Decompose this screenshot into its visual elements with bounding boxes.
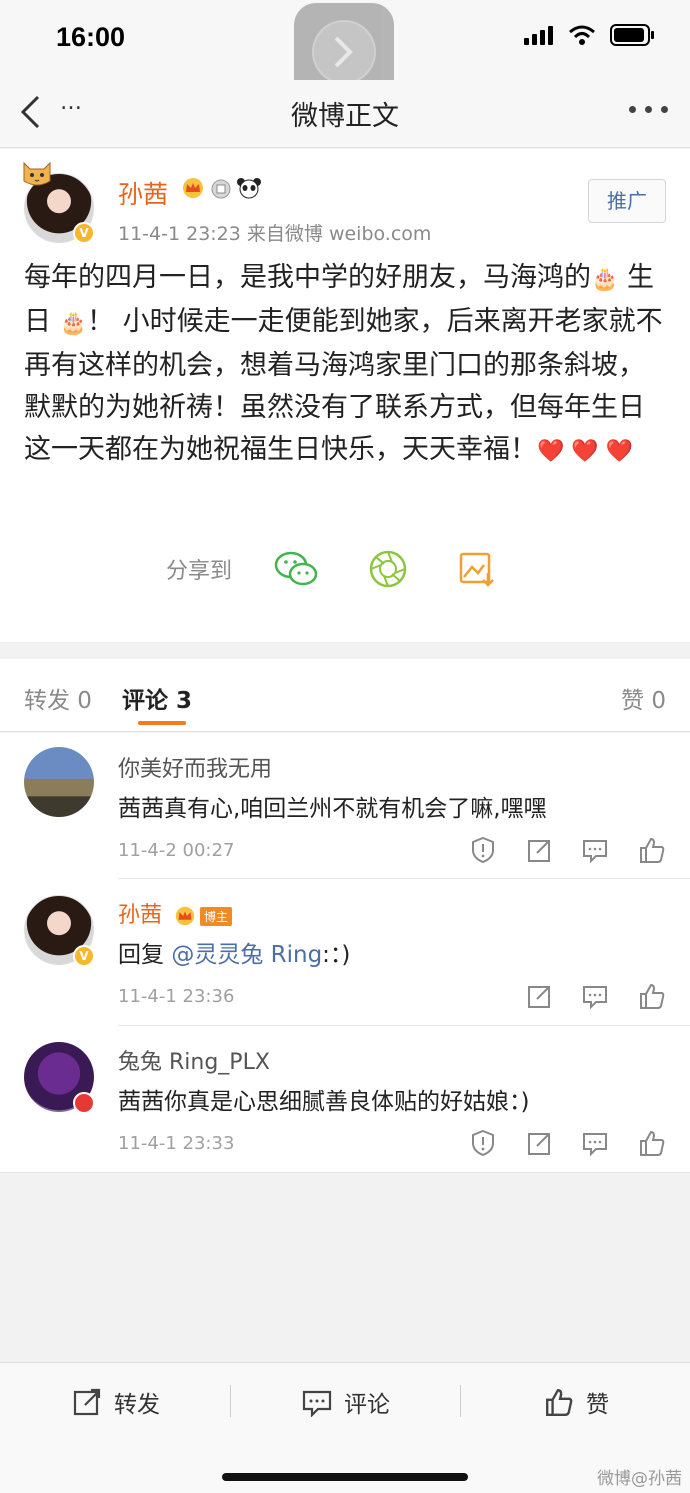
more-dot-icon (629, 106, 636, 113)
commenter-name[interactable]: 你美好而我无用 (118, 751, 272, 783)
bottom-like-label: 赞 (586, 1392, 609, 1418)
comment-item: 你美好而我无用 茜茜真有心,咱回兰州不就有机会了嘛,嘿嘿 11-4-2 00:2… (0, 733, 690, 879)
chevron-right-icon (334, 36, 353, 68)
repost-icon[interactable] (526, 1129, 552, 1157)
bottom-repost-label: 转发 (114, 1392, 160, 1418)
commenter-name[interactable]: 兔兔 Ring_PLX (118, 1044, 270, 1076)
crown-icon (183, 178, 203, 198)
cat-decoration-icon (23, 161, 51, 186)
battery-icon (610, 24, 654, 46)
crown-icon (175, 906, 195, 926)
medal-icon (211, 179, 231, 199)
wechat-share-icon[interactable] (274, 549, 318, 589)
status-icons (524, 24, 654, 46)
cake-emoji-icon: 🎂 (591, 267, 619, 292)
share-label: 分享到 (166, 559, 233, 584)
verified-badge-icon: V (73, 945, 95, 967)
comment-icon[interactable] (582, 1129, 608, 1157)
comment-time: 11-4-1 23:36 (118, 986, 235, 1007)
heart-emoji-icon: ❤️ ❤️ ❤️ (537, 439, 634, 464)
tab-repost[interactable]: 转发 0 (24, 681, 92, 715)
post-body: 每年的四月一日，是我中学的好朋友，马海鸿的🎂 生日 🎂！ 小时候走一走便能到她家… (24, 257, 669, 473)
reply-prefix: 回复 (118, 942, 172, 968)
save-image-icon[interactable] (458, 549, 496, 589)
commenter-name-text: 孙茜 (118, 903, 163, 928)
more-button[interactable] (629, 106, 668, 113)
comment-time: 11-4-2 00:27 (118, 840, 235, 861)
more-dot-icon (645, 106, 652, 113)
comment-icon (302, 1390, 332, 1417)
comment-item: V 孙茜 博主 回复 @灵灵兔 Ring:：) 11-4-1 23:36 (0, 879, 690, 1026)
divider (230, 1385, 231, 1417)
comment-actions (470, 1129, 666, 1157)
share-row: 分享到 (166, 549, 546, 589)
like-icon[interactable] (638, 982, 666, 1010)
comment-time: 11-4-1 23:33 (118, 1133, 235, 1154)
verified-badge-icon: V (73, 222, 95, 244)
detail-tabs: 转发 0 评论 3 赞 0 (0, 659, 690, 732)
wifi-icon (569, 25, 595, 45)
commenter-name[interactable]: 孙茜 博主 (118, 897, 233, 929)
weibo-post: V 孙茜 11-4-1 23:23 来自微博 weibo.com 推广 每年的四… (0, 149, 690, 642)
nav-bar: … 微博正文 (0, 80, 690, 148)
panda-icon (237, 178, 261, 199)
promote-button[interactable]: 推广 (588, 179, 666, 223)
like-icon[interactable] (638, 1129, 666, 1157)
comment-text: 茜茜真有心,咱回兰州不就有机会了嘛,嘿嘿 (118, 796, 547, 822)
more-dot-icon (661, 106, 668, 113)
moments-share-icon[interactable] (368, 549, 408, 589)
page-title: 微博正文 (291, 101, 399, 132)
signal-icon (524, 26, 553, 45)
divider (0, 1172, 690, 1173)
comment-text: 回复 @灵灵兔 Ring:：) (118, 935, 350, 969)
report-icon[interactable] (470, 836, 496, 864)
comment-text: 茜茜你真是心思细腻善良体贴的好姑娘：) (118, 1089, 530, 1115)
star-badge-icon (73, 1092, 95, 1114)
bottom-action-bar: 转发 评论 赞 微博@孙茜 (0, 1362, 690, 1493)
author-name[interactable]: 孙茜 (118, 175, 168, 211)
repost-icon[interactable] (526, 982, 552, 1010)
divider (460, 1385, 461, 1417)
repost-icon[interactable] (526, 836, 552, 864)
mention-link[interactable]: @灵灵兔 Ring (171, 942, 322, 968)
post-meta: 11-4-1 23:23 来自微博 weibo.com (118, 223, 432, 245)
comment-icon[interactable] (582, 836, 608, 864)
report-icon[interactable] (470, 1129, 496, 1157)
comment-icon[interactable] (582, 982, 608, 1010)
author-badges (180, 177, 262, 199)
repost-icon (73, 1388, 101, 1416)
watermark: 微博@孙茜 (597, 1469, 682, 1489)
post-text: 每年的四月一日，是我中学的好朋友，马海鸿的 (24, 262, 591, 293)
tab-likes[interactable]: 赞 0 (621, 681, 666, 715)
bottom-like-button[interactable]: 赞 (544, 1385, 609, 1419)
reply-suffix: :：) (322, 942, 351, 968)
comment-actions (470, 836, 666, 864)
host-badge: 博主 (200, 906, 233, 926)
comment-item: 兔兔 Ring_PLX 茜茜你真是心思细腻善良体贴的好姑娘：) 11-4-1 2… (0, 1026, 690, 1173)
comment-list: 你美好而我无用 茜茜真有心,咱回兰州不就有机会了嘛,嘿嘿 11-4-2 00:2… (0, 733, 690, 1173)
commenter-avatar[interactable] (24, 747, 94, 817)
cake-emoji-icon: 🎂 (59, 311, 87, 336)
like-icon[interactable] (638, 836, 666, 864)
bottom-repost-button[interactable]: 转发 (72, 1385, 160, 1419)
status-time: 16:00 (56, 22, 126, 52)
like-icon (546, 1389, 573, 1417)
active-tab-indicator (138, 721, 186, 725)
comment-actions (526, 982, 666, 1010)
tab-comments[interactable]: 评论 3 (122, 681, 192, 715)
bottom-comment-button[interactable]: 评论 (302, 1385, 390, 1419)
bottom-comment-label: 评论 (344, 1392, 390, 1418)
home-indicator[interactable] (222, 1473, 468, 1481)
